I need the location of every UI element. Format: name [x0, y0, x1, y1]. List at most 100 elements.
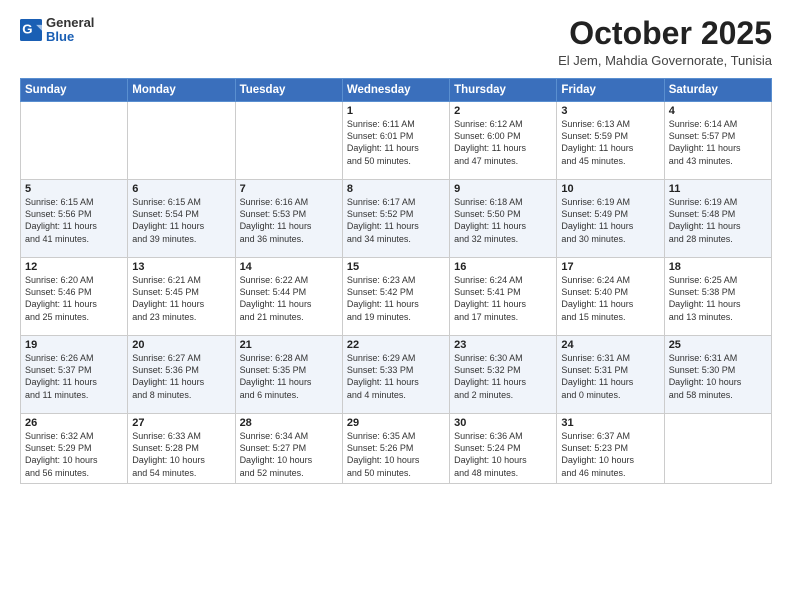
day-number: 30	[454, 417, 552, 429]
day-number: 22	[347, 339, 445, 351]
calendar-cell	[664, 414, 771, 484]
calendar-cell: 17Sunrise: 6:24 AM Sunset: 5:40 PM Dayli…	[557, 258, 664, 336]
day-number: 29	[347, 417, 445, 429]
calendar-cell: 11Sunrise: 6:19 AM Sunset: 5:48 PM Dayli…	[664, 180, 771, 258]
calendar-cell	[128, 102, 235, 180]
day-details: Sunrise: 6:12 AM Sunset: 6:00 PM Dayligh…	[454, 118, 552, 167]
calendar-week-row: 19Sunrise: 6:26 AM Sunset: 5:37 PM Dayli…	[21, 336, 772, 414]
day-details: Sunrise: 6:34 AM Sunset: 5:27 PM Dayligh…	[240, 430, 338, 479]
day-number: 8	[347, 183, 445, 195]
day-details: Sunrise: 6:33 AM Sunset: 5:28 PM Dayligh…	[132, 430, 230, 479]
calendar-cell: 31Sunrise: 6:37 AM Sunset: 5:23 PM Dayli…	[557, 414, 664, 484]
calendar-cell: 6Sunrise: 6:15 AM Sunset: 5:54 PM Daylig…	[128, 180, 235, 258]
day-details: Sunrise: 6:31 AM Sunset: 5:31 PM Dayligh…	[561, 352, 659, 401]
calendar-cell: 30Sunrise: 6:36 AM Sunset: 5:24 PM Dayli…	[450, 414, 557, 484]
logo-general-text: General	[46, 16, 94, 30]
location-subtitle: El Jem, Mahdia Governorate, Tunisia	[558, 53, 772, 68]
calendar-week-row: 26Sunrise: 6:32 AM Sunset: 5:29 PM Dayli…	[21, 414, 772, 484]
day-number: 3	[561, 105, 659, 117]
day-number: 17	[561, 261, 659, 273]
calendar-page: G General Blue October 2025 El Jem, Mahd…	[0, 0, 792, 612]
day-details: Sunrise: 6:37 AM Sunset: 5:23 PM Dayligh…	[561, 430, 659, 479]
calendar-cell: 19Sunrise: 6:26 AM Sunset: 5:37 PM Dayli…	[21, 336, 128, 414]
month-title: October 2025	[558, 16, 772, 51]
day-number: 21	[240, 339, 338, 351]
day-number: 7	[240, 183, 338, 195]
logo-blue-text: Blue	[46, 30, 94, 44]
weekday-header: Saturday	[664, 79, 771, 102]
calendar-cell: 27Sunrise: 6:33 AM Sunset: 5:28 PM Dayli…	[128, 414, 235, 484]
day-details: Sunrise: 6:11 AM Sunset: 6:01 PM Dayligh…	[347, 118, 445, 167]
day-number: 20	[132, 339, 230, 351]
calendar-cell	[21, 102, 128, 180]
day-details: Sunrise: 6:31 AM Sunset: 5:30 PM Dayligh…	[669, 352, 767, 401]
calendar-cell	[235, 102, 342, 180]
day-details: Sunrise: 6:19 AM Sunset: 5:48 PM Dayligh…	[669, 196, 767, 245]
logo-text: General Blue	[46, 16, 94, 45]
calendar-cell: 23Sunrise: 6:30 AM Sunset: 5:32 PM Dayli…	[450, 336, 557, 414]
calendar-cell: 21Sunrise: 6:28 AM Sunset: 5:35 PM Dayli…	[235, 336, 342, 414]
calendar-cell: 3Sunrise: 6:13 AM Sunset: 5:59 PM Daylig…	[557, 102, 664, 180]
day-number: 31	[561, 417, 659, 429]
day-number: 23	[454, 339, 552, 351]
day-number: 27	[132, 417, 230, 429]
day-details: Sunrise: 6:24 AM Sunset: 5:41 PM Dayligh…	[454, 274, 552, 323]
day-number: 9	[454, 183, 552, 195]
calendar-week-row: 1Sunrise: 6:11 AM Sunset: 6:01 PM Daylig…	[21, 102, 772, 180]
calendar-cell: 2Sunrise: 6:12 AM Sunset: 6:00 PM Daylig…	[450, 102, 557, 180]
day-number: 15	[347, 261, 445, 273]
calendar-cell: 5Sunrise: 6:15 AM Sunset: 5:56 PM Daylig…	[21, 180, 128, 258]
day-number: 18	[669, 261, 767, 273]
day-number: 4	[669, 105, 767, 117]
calendar-cell: 15Sunrise: 6:23 AM Sunset: 5:42 PM Dayli…	[342, 258, 449, 336]
calendar-cell: 24Sunrise: 6:31 AM Sunset: 5:31 PM Dayli…	[557, 336, 664, 414]
header-row: SundayMondayTuesdayWednesdayThursdayFrid…	[21, 79, 772, 102]
day-number: 12	[25, 261, 123, 273]
calendar-week-row: 5Sunrise: 6:15 AM Sunset: 5:56 PM Daylig…	[21, 180, 772, 258]
calendar-cell: 12Sunrise: 6:20 AM Sunset: 5:46 PM Dayli…	[21, 258, 128, 336]
calendar-cell: 13Sunrise: 6:21 AM Sunset: 5:45 PM Dayli…	[128, 258, 235, 336]
day-details: Sunrise: 6:20 AM Sunset: 5:46 PM Dayligh…	[25, 274, 123, 323]
calendar-cell: 4Sunrise: 6:14 AM Sunset: 5:57 PM Daylig…	[664, 102, 771, 180]
calendar-cell: 10Sunrise: 6:19 AM Sunset: 5:49 PM Dayli…	[557, 180, 664, 258]
calendar-cell: 22Sunrise: 6:29 AM Sunset: 5:33 PM Dayli…	[342, 336, 449, 414]
day-number: 14	[240, 261, 338, 273]
calendar-cell: 28Sunrise: 6:34 AM Sunset: 5:27 PM Dayli…	[235, 414, 342, 484]
day-details: Sunrise: 6:32 AM Sunset: 5:29 PM Dayligh…	[25, 430, 123, 479]
calendar-cell: 25Sunrise: 6:31 AM Sunset: 5:30 PM Dayli…	[664, 336, 771, 414]
day-number: 24	[561, 339, 659, 351]
calendar-cell: 9Sunrise: 6:18 AM Sunset: 5:50 PM Daylig…	[450, 180, 557, 258]
day-number: 10	[561, 183, 659, 195]
day-details: Sunrise: 6:13 AM Sunset: 5:59 PM Dayligh…	[561, 118, 659, 167]
page-header: G General Blue October 2025 El Jem, Mahd…	[20, 16, 772, 68]
day-number: 5	[25, 183, 123, 195]
day-details: Sunrise: 6:16 AM Sunset: 5:53 PM Dayligh…	[240, 196, 338, 245]
day-number: 26	[25, 417, 123, 429]
day-number: 28	[240, 417, 338, 429]
day-number: 25	[669, 339, 767, 351]
day-details: Sunrise: 6:17 AM Sunset: 5:52 PM Dayligh…	[347, 196, 445, 245]
calendar-table: SundayMondayTuesdayWednesdayThursdayFrid…	[20, 78, 772, 484]
day-details: Sunrise: 6:24 AM Sunset: 5:40 PM Dayligh…	[561, 274, 659, 323]
day-details: Sunrise: 6:22 AM Sunset: 5:44 PM Dayligh…	[240, 274, 338, 323]
day-number: 16	[454, 261, 552, 273]
calendar-cell: 1Sunrise: 6:11 AM Sunset: 6:01 PM Daylig…	[342, 102, 449, 180]
weekday-header: Thursday	[450, 79, 557, 102]
title-block: October 2025 El Jem, Mahdia Governorate,…	[558, 16, 772, 68]
day-details: Sunrise: 6:27 AM Sunset: 5:36 PM Dayligh…	[132, 352, 230, 401]
day-details: Sunrise: 6:36 AM Sunset: 5:24 PM Dayligh…	[454, 430, 552, 479]
logo: G General Blue	[20, 16, 94, 45]
day-number: 6	[132, 183, 230, 195]
day-number: 1	[347, 105, 445, 117]
day-details: Sunrise: 6:23 AM Sunset: 5:42 PM Dayligh…	[347, 274, 445, 323]
logo-icon: G	[20, 19, 42, 41]
day-details: Sunrise: 6:26 AM Sunset: 5:37 PM Dayligh…	[25, 352, 123, 401]
day-details: Sunrise: 6:28 AM Sunset: 5:35 PM Dayligh…	[240, 352, 338, 401]
day-number: 11	[669, 183, 767, 195]
calendar-cell: 14Sunrise: 6:22 AM Sunset: 5:44 PM Dayli…	[235, 258, 342, 336]
day-details: Sunrise: 6:18 AM Sunset: 5:50 PM Dayligh…	[454, 196, 552, 245]
weekday-header: Tuesday	[235, 79, 342, 102]
day-number: 19	[25, 339, 123, 351]
calendar-cell: 20Sunrise: 6:27 AM Sunset: 5:36 PM Dayli…	[128, 336, 235, 414]
day-details: Sunrise: 6:15 AM Sunset: 5:54 PM Dayligh…	[132, 196, 230, 245]
